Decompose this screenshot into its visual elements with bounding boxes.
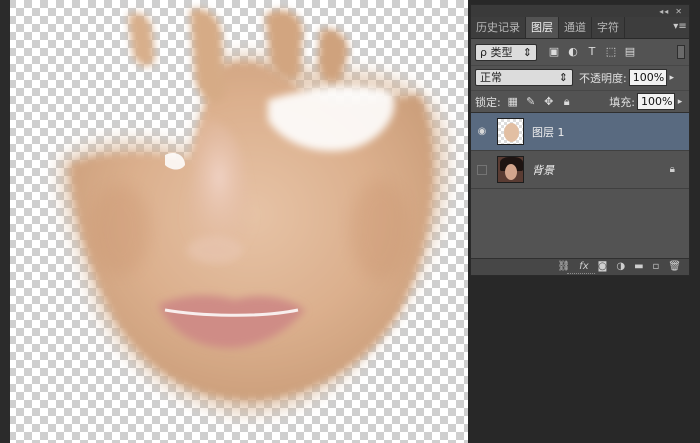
layers-panel: ◂◂ ✕ 历史记录 图层 通道 字符 ▾≡ ρ 类型 ⇕ ▣ ◐ T ⬚ ▤ 正… <box>470 4 690 276</box>
blend-mode-select[interactable]: 正常 ⇕ <box>475 69 573 86</box>
smart-object-filter-icon[interactable]: ▤ <box>623 45 637 59</box>
document-canvas[interactable] <box>0 0 468 443</box>
lock-label: 锁定: <box>475 95 501 109</box>
lock-transparent-icon[interactable]: ▦ <box>507 95 519 108</box>
filter-type-label: ρ 类型 <box>480 45 513 59</box>
layer-row-background[interactable]: 背景 🔒︎ <box>471 151 689 189</box>
close-panel-icon[interactable]: ✕ <box>675 7 683 16</box>
adjustment-filter-icon[interactable]: ◐ <box>566 45 580 59</box>
layer-thumbnail <box>497 118 524 145</box>
add-mask-icon[interactable]: ◙ <box>598 261 608 273</box>
opacity-input[interactable]: 100% <box>628 69 667 86</box>
shape-filter-icon[interactable]: ⬚ <box>604 45 618 59</box>
layer-lock-icon: 🔒︎ <box>669 164 675 175</box>
lock-position-icon[interactable]: ✥ <box>543 95 555 108</box>
layer-thumbnail <box>497 156 524 183</box>
new-layer-icon[interactable]: ▫ <box>653 261 660 273</box>
delete-layer-icon[interactable]: 🗑︎ <box>668 261 681 273</box>
layer-name[interactable]: 图层 1 <box>532 124 565 140</box>
layer-filter-row: ρ 类型 ⇕ ▣ ◐ T ⬚ ▤ <box>471 40 689 64</box>
visibility-eye-icon[interactable]: ◉ <box>471 126 493 137</box>
visibility-toggle-empty[interactable] <box>477 164 487 175</box>
fill-label: 填充: <box>609 95 635 109</box>
adjustment-layer-icon[interactable]: ◑ <box>616 261 625 273</box>
image-filter-icon[interactable]: ▣ <box>547 45 561 59</box>
new-group-icon[interactable]: ▬ <box>634 261 643 273</box>
lock-image-icon[interactable]: ✎ <box>525 95 537 108</box>
filter-type-select[interactable]: ρ 类型 ⇕ <box>475 43 537 61</box>
fx-icon[interactable]: fx <box>579 261 588 273</box>
layer-row-1[interactable]: ◉ 图层 1 <box>471 113 689 151</box>
fill-input[interactable]: 100% <box>637 93 675 110</box>
panel-topbar: ◂◂ ✕ <box>471 5 689 17</box>
tab-channels[interactable]: 通道 <box>559 17 592 38</box>
blend-mode-value: 正常 <box>480 71 502 84</box>
blend-row: 正常 ⇕ 不透明度: 100% ▸ <box>471 65 689 89</box>
link-layers-icon[interactable]: ⛓ <box>557 261 570 273</box>
panel-tab-bar: 历史记录 图层 通道 字符 ▾≡ <box>471 17 689 39</box>
updown-arrows-icon: ⇕ <box>522 45 532 59</box>
tab-layers[interactable]: 图层 <box>526 17 559 38</box>
layers-list: ◉ 图层 1 背景 🔒︎ <box>471 113 689 258</box>
collapse-panel-icon[interactable]: ◂◂ <box>659 7 669 16</box>
fill-dropdown-icon[interactable]: ▸ <box>675 97 685 107</box>
type-filter-icon[interactable]: T <box>585 45 599 59</box>
tab-character[interactable]: 字符 <box>592 17 625 38</box>
lock-row: 锁定: ▦ ✎ ✥ 🔒︎ 填充: 100% ▸ <box>471 90 689 113</box>
panel-menu-icon[interactable]: ▾≡ <box>671 17 689 38</box>
layer-name[interactable]: 背景 <box>532 162 554 178</box>
face-image <box>59 8 449 415</box>
lock-all-icon[interactable]: 🔒︎ <box>561 95 573 108</box>
updown-arrows-icon: ⇕ <box>558 71 568 84</box>
opacity-label: 不透明度: <box>579 71 627 85</box>
opacity-dropdown-icon[interactable]: ▸ <box>667 73 677 83</box>
tab-history[interactable]: 历史记录 <box>471 17 526 38</box>
panel-resize-grip[interactable] <box>567 273 595 276</box>
filter-toggle-switch[interactable] <box>677 45 685 59</box>
